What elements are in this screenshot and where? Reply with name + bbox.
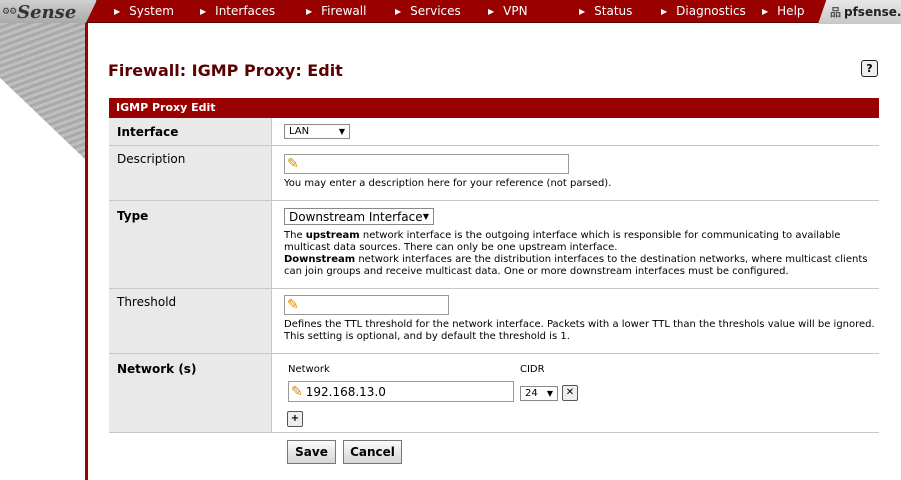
network-address-input[interactable]: ✎ 192.168.13.0	[288, 381, 514, 402]
pencil-icon: ✎	[287, 297, 299, 313]
network-column-header: Network	[288, 364, 330, 375]
description-label: Description	[109, 146, 272, 200]
menu-label: Interfaces	[215, 4, 276, 18]
logo-text: Sense	[17, 1, 77, 23]
menu-system[interactable]: ▶ System	[93, 0, 200, 22]
interface-row: Interface LAN ▼	[109, 118, 879, 146]
logo-mark-icon: ⚙⚙	[2, 7, 17, 17]
menu-arrow-icon: ▶	[579, 6, 586, 16]
menu-arrow-icon: ▶	[200, 6, 207, 16]
threshold-help: Defines the TTL threshold for the networ…	[284, 319, 875, 342]
downstream-help: network interfaces are the distribution …	[284, 254, 868, 277]
pfsense-logo[interactable]: ⚙⚙ Sense	[0, 0, 97, 24]
networks-row: Network (s) Network CIDR ✎ 192.168.13.0 …	[109, 354, 879, 433]
sidebar-red-border	[85, 23, 88, 480]
type-label: Type	[109, 201, 272, 288]
threshold-input[interactable]: ✎	[284, 295, 449, 315]
save-button[interactable]: Save	[287, 440, 336, 464]
network-address-value: 192.168.13.0	[305, 384, 386, 399]
section-header: IGMP Proxy Edit	[109, 98, 879, 118]
type-help-prefix: The	[284, 230, 306, 241]
sidebar-decoration	[0, 23, 86, 161]
description-row: Description ✎ You may enter a descriptio…	[109, 146, 879, 201]
description-help: You may enter a description here for you…	[284, 178, 612, 189]
menu-arrow-icon: ▶	[114, 6, 121, 16]
menu-label: Help	[777, 4, 805, 18]
menu-label: Diagnostics	[676, 4, 746, 18]
type-row: Type Downstream Interface ▼ The upstream…	[109, 201, 879, 289]
menu-help[interactable]: ▶ Help	[762, 0, 822, 22]
add-network-icon[interactable]: +	[287, 411, 303, 427]
menu-arrow-icon: ▶	[395, 6, 402, 16]
chevron-down-icon: ▼	[338, 126, 345, 136]
chevron-down-icon: ▼	[422, 211, 429, 221]
delete-network-icon[interactable]: ✕	[562, 385, 578, 401]
interface-label: Interface	[109, 118, 272, 145]
networks-label: Network (s)	[109, 354, 272, 432]
cancel-button[interactable]: Cancel	[343, 440, 402, 464]
hostname-tab[interactable]: 品 pfsense.	[818, 0, 901, 24]
description-field: ✎ You may enter a description here for y…	[272, 146, 879, 200]
menu-status[interactable]: ▶ Status	[579, 0, 661, 22]
menu-arrow-icon: ▶	[661, 6, 668, 16]
igmp-proxy-form: IGMP Proxy Edit Interface LAN ▼ Descript…	[109, 98, 879, 433]
menu-interfaces[interactable]: ▶ Interfaces	[200, 0, 306, 22]
menu-label: Services	[410, 4, 461, 18]
menu-label: Status	[594, 4, 633, 18]
menu-arrow-icon: ▶	[306, 6, 313, 16]
hostname-label: pfsense.	[844, 5, 901, 19]
threshold-field: ✎ Defines the TTL threshold for the netw…	[272, 289, 879, 353]
interface-field: LAN ▼	[272, 118, 879, 145]
threshold-label: Threshold	[109, 289, 272, 353]
downstream-term: Downstream	[284, 254, 356, 265]
chevron-down-icon: ▼	[546, 388, 553, 398]
upstream-help: network interface is the outgoing interf…	[284, 230, 841, 253]
pencil-icon: ✎	[287, 156, 299, 172]
network-icon: 品	[830, 6, 841, 19]
menu-arrow-icon: ▶	[488, 6, 495, 16]
type-select[interactable]: Downstream Interface ▼	[284, 208, 434, 225]
threshold-row: Threshold ✎ Defines the TTL threshold fo…	[109, 289, 879, 354]
cidr-column-header: CIDR	[520, 364, 545, 375]
menu-services[interactable]: ▶ Services	[395, 0, 488, 22]
interface-select[interactable]: LAN ▼	[284, 124, 350, 139]
interface-select-value: LAN	[289, 125, 310, 137]
cidr-select[interactable]: 24 ▼	[520, 386, 558, 401]
help-icon[interactable]: ?	[861, 60, 878, 77]
menu-vpn[interactable]: ▶ VPN	[488, 0, 579, 22]
page-title: Firewall: IGMP Proxy: Edit	[108, 61, 343, 80]
menu-label: Firewall	[321, 4, 367, 18]
menu-diagnostics[interactable]: ▶ Diagnostics	[661, 0, 762, 22]
networks-field: Network CIDR ✎ 192.168.13.0 24 ▼ ✕ +	[272, 354, 879, 432]
menu-label: VPN	[503, 4, 528, 18]
main-menu: ▶ System ▶ Interfaces ▶ Firewall ▶ Services …	[100, 0, 822, 22]
cidr-select-value: 24	[525, 387, 538, 399]
type-help: The upstream network interface is the ou…	[284, 230, 879, 278]
menu-arrow-icon: ▶	[762, 6, 769, 16]
type-field: Downstream Interface ▼ The upstream netw…	[272, 201, 879, 288]
type-select-value: Downstream Interface	[289, 209, 423, 224]
pencil-icon: ✎	[291, 383, 303, 400]
upstream-term: upstream	[305, 230, 360, 241]
description-input[interactable]: ✎	[284, 154, 569, 174]
menu-label: System	[129, 4, 174, 18]
menu-firewall[interactable]: ▶ Firewall	[306, 0, 395, 22]
top-nav-bar: ⚙⚙ Sense ▶ System ▶ Interfaces ▶ Firewall ▶…	[0, 0, 901, 24]
